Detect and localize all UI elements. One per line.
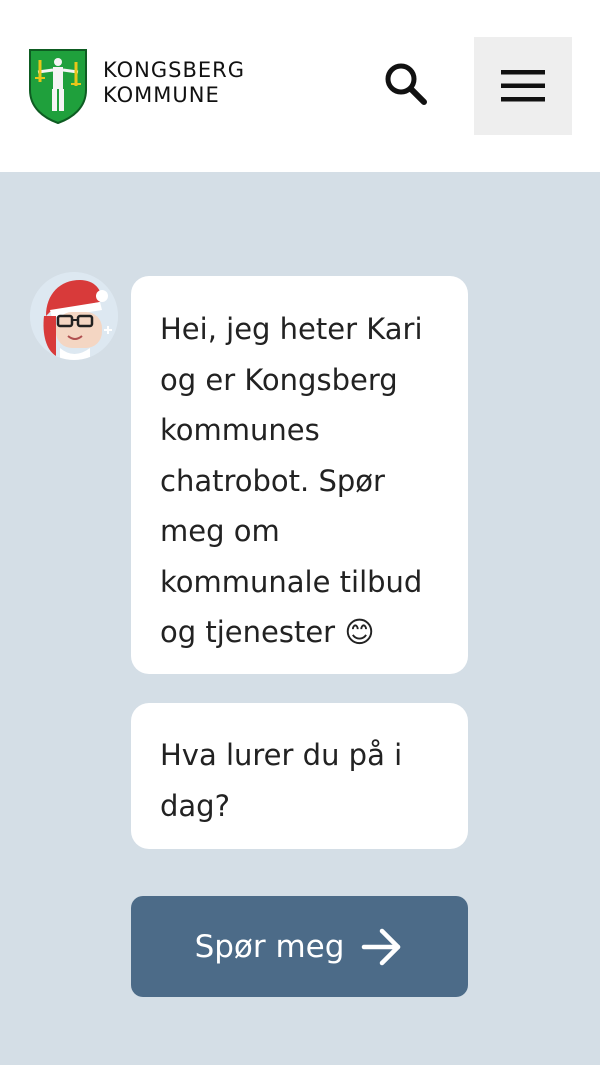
search-button[interactable] — [380, 58, 432, 110]
menu-button[interactable] — [474, 37, 572, 135]
site-logo-text[interactable]: KONGSBERG KOMMUNE — [103, 58, 245, 108]
hamburger-menu-icon — [501, 70, 545, 102]
chat-message-text: Hva lurer du på i dag? — [160, 738, 403, 823]
chat-message-bubble: Hei, jeg heter Kari og er Kongsberg komm… — [131, 276, 468, 674]
search-icon — [385, 63, 427, 105]
arrow-right-icon — [360, 925, 404, 969]
ask-me-button[interactable]: Spør meg — [131, 896, 468, 997]
ask-me-button-label: Spør meg — [194, 928, 345, 965]
chat-message-bubble: Hva lurer du på i dag? — [131, 703, 468, 849]
logo-line-2: KOMMUNE — [103, 83, 220, 107]
logo-line-1: KONGSBERG — [103, 58, 246, 82]
chatbot-avatar-icon — [30, 272, 118, 360]
site-header: KONGSBERG KOMMUNE — [0, 0, 600, 172]
chat-message-text: Hei, jeg heter Kari og er Kongsberg komm… — [160, 312, 423, 649]
coat-of-arms-icon[interactable] — [28, 48, 88, 125]
